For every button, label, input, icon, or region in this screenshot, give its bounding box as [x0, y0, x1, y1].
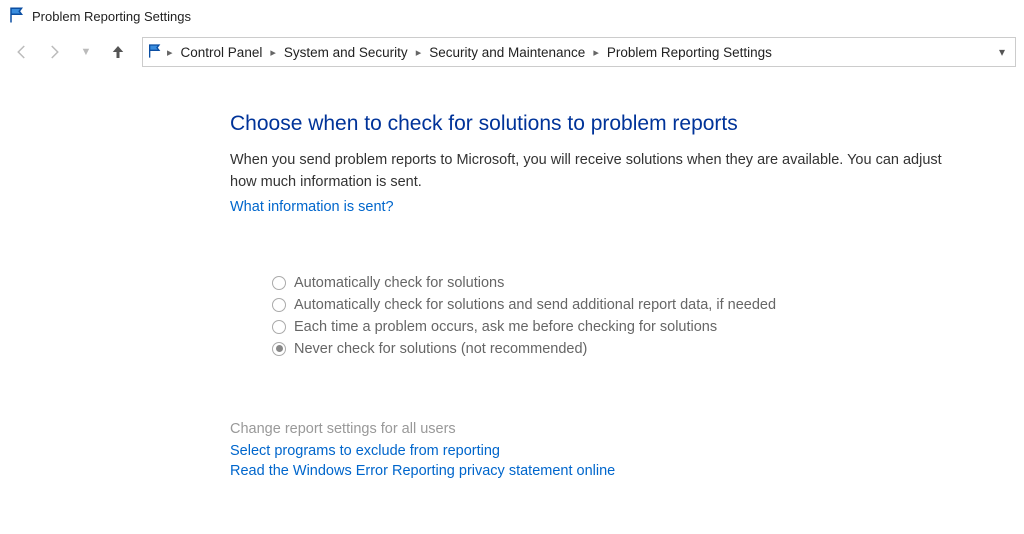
radio-option[interactable]: Each time a problem occurs, ask me befor… — [272, 319, 990, 335]
privacy-statement-link[interactable]: Read the Windows Error Reporting privacy… — [230, 463, 990, 479]
flag-icon — [147, 43, 163, 62]
breadcrumb-item[interactable]: System and Security — [280, 45, 412, 60]
chevron-right-icon: ▸ — [165, 46, 175, 59]
exclude-programs-link[interactable]: Select programs to exclude from reportin… — [230, 443, 990, 459]
window-title: Problem Reporting Settings — [32, 9, 191, 24]
bottom-links: Change report settings for all users Sel… — [230, 421, 990, 479]
radio-icon — [272, 320, 286, 334]
breadcrumb-bar[interactable]: ▸ Control Panel ▸ System and Security ▸ … — [142, 37, 1016, 67]
radio-label: Never check for solutions (not recommend… — [294, 341, 587, 357]
flag-icon — [8, 6, 26, 27]
info-link[interactable]: What information is sent? — [230, 199, 394, 215]
nav-bar: ▼ ▸ Control Panel ▸ System and Security … — [0, 33, 1024, 72]
radio-icon — [272, 298, 286, 312]
radio-label: Automatically check for solutions — [294, 275, 504, 291]
breadcrumb-label: Control Panel — [181, 45, 263, 60]
radio-option[interactable]: Automatically check for solutions and se… — [272, 297, 990, 313]
breadcrumb-label: Problem Reporting Settings — [607, 45, 772, 60]
breadcrumb-item[interactable]: Control Panel — [177, 45, 267, 60]
recent-dropdown-icon[interactable]: ▼ — [72, 38, 100, 66]
forward-button[interactable] — [40, 38, 68, 66]
radio-option[interactable]: Automatically check for solutions — [272, 275, 990, 291]
breadcrumb-item[interactable]: Security and Maintenance — [425, 45, 589, 60]
page-description: When you send problem reports to Microso… — [230, 150, 970, 194]
breadcrumb-item[interactable]: Problem Reporting Settings — [603, 45, 776, 60]
breadcrumb-label: System and Security — [284, 45, 408, 60]
change-all-users-link[interactable]: Change report settings for all users — [230, 421, 990, 437]
main-content: Choose when to check for solutions to pr… — [0, 72, 990, 479]
radio-icon — [272, 276, 286, 290]
chevron-down-icon[interactable]: ▾ — [993, 45, 1011, 59]
page-heading: Choose when to check for solutions to pr… — [230, 112, 990, 136]
breadcrumb-label: Security and Maintenance — [429, 45, 585, 60]
radio-option[interactable]: Never check for solutions (not recommend… — [272, 341, 990, 357]
chevron-right-icon: ▸ — [591, 46, 601, 59]
chevron-right-icon: ▸ — [268, 46, 278, 59]
radio-label: Each time a problem occurs, ask me befor… — [294, 319, 717, 335]
radio-icon — [272, 342, 286, 356]
chevron-right-icon: ▸ — [414, 46, 424, 59]
back-button[interactable] — [8, 38, 36, 66]
radio-group: Automatically check for solutions Automa… — [272, 275, 990, 357]
up-button[interactable] — [104, 38, 132, 66]
title-bar: Problem Reporting Settings — [0, 0, 1024, 33]
radio-label: Automatically check for solutions and se… — [294, 297, 776, 313]
